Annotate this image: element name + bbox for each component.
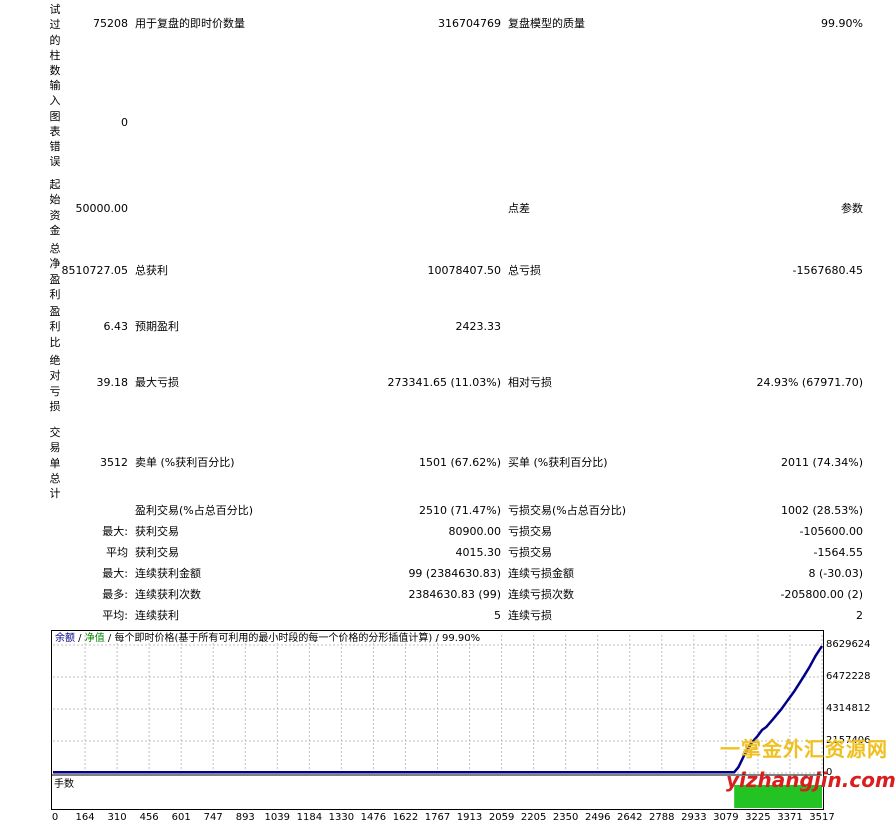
x-tick-label: 3371 <box>777 812 803 823</box>
loss-trades-value: 1002 (28.53%) <box>780 504 863 517</box>
legend-separator: / <box>75 633 85 644</box>
x-tick-label: 164 <box>75 812 95 823</box>
x-tick-label: 0 <box>51 812 59 823</box>
avg-consec-wins-label: 连续获利 <box>135 609 179 622</box>
profit-trades-value: 2510 (71.47%) <box>418 504 501 517</box>
gross-profit-value: 10078407.50 <box>427 264 501 277</box>
max-consec-losses-value: 8 (-30.03) <box>808 567 863 580</box>
avg-consec-prefix: 平均: <box>102 609 128 622</box>
most-prefix: 最多: <box>102 588 128 601</box>
avg-loss-label: 亏损交易 <box>508 546 552 559</box>
value-profit-factor: 6.43 <box>103 320 129 333</box>
label-bars: 试过的柱数 <box>49 3 61 78</box>
quality-value: 99.90% <box>821 17 863 30</box>
max-consec-loss-value: -205800.00 (2) <box>780 588 863 601</box>
max-consec-prefix: 最大: <box>102 567 128 580</box>
x-tick-label: 2496 <box>584 812 611 823</box>
short-label: 卖单 (%获利百分比) <box>135 456 235 469</box>
avg-consec-wins-value: 5 <box>494 609 501 622</box>
x-tick-label: 1913 <box>456 812 483 823</box>
x-tick-label: 747 <box>203 812 223 823</box>
value-input-errors: 0 <box>121 116 128 129</box>
x-tick-label: 2788 <box>649 812 675 823</box>
max-consec-wins-value: 99 (2384630.83) <box>408 567 501 580</box>
ticks-value: 316704769 <box>438 17 501 30</box>
x-tick-label: 3225 <box>745 812 771 823</box>
quality-label: 复盘模型的质量 <box>508 17 585 30</box>
long-value: 2011 (74.34%) <box>780 456 863 469</box>
rel-drawdown-value: 24.93% (67971.70) <box>756 376 863 389</box>
avg-consec-losses-value: 2 <box>856 609 863 622</box>
avg-profit-value: 4015.30 <box>455 546 502 559</box>
x-tick-label: 2350 <box>552 812 579 823</box>
watermark-url: yizhangjin.com <box>726 768 895 792</box>
x-tick-label: 1767 <box>424 812 451 823</box>
x-tick-label: 3079 <box>713 812 739 823</box>
x-tick-label: 893 <box>235 812 255 823</box>
max-consec-wins-label: 连续获利金额 <box>135 567 201 580</box>
largest-profit-value: 80900.00 <box>448 525 502 538</box>
loss-trades-label: 亏损交易(%占总百分比) <box>508 504 627 517</box>
x-tick-label: 2205 <box>520 812 547 823</box>
legend-separator: / <box>104 633 115 644</box>
x-tick-label: 1476 <box>360 812 387 823</box>
max-consec-profit-value: 2384630.83 (99) <box>408 588 501 601</box>
x-tick-label: 1330 <box>328 812 355 823</box>
largest-loss-value: -105600.00 <box>799 525 863 538</box>
balance-chart <box>51 630 824 810</box>
avg-profit-label: 获利交易 <box>135 546 179 559</box>
x-tick-label: 601 <box>171 812 191 823</box>
largest-loss-label: 亏损交易 <box>508 525 552 538</box>
x-tick-label: 456 <box>139 812 159 823</box>
legend-balance: 余额 <box>55 633 75 644</box>
gross-loss-value: -1567680.45 <box>792 264 863 277</box>
largest-profit-label: 获利交易 <box>135 525 179 538</box>
expected-payoff-label: 预期盈利 <box>135 320 179 333</box>
profit-trades-label: 盈利交易(%占总百分比) <box>135 504 254 517</box>
long-label: 买单 (%获利百分比) <box>508 456 608 469</box>
value-absolute-drawdown: 39.18 <box>96 376 129 389</box>
rel-drawdown-label: 相对亏损 <box>508 376 552 389</box>
average-prefix: 平均 <box>106 546 128 559</box>
gross-loss-label: 总亏损 <box>508 264 541 277</box>
gross-profit-label: 总获利 <box>135 264 168 277</box>
legend-description: 每个即时价格(基于所有可利用的最小时段的每一个价格的分形插值计算) / 99.9… <box>114 633 481 644</box>
chart-legend: 余额 / 净值 / 每个即时价格(基于所有可利用的最小时段的每一个价格的分形插值… <box>55 633 480 645</box>
max-consec-profit-label: 连续获利次数 <box>135 588 201 601</box>
spread-label: 点差 <box>508 202 530 215</box>
short-value: 1501 (67.62%) <box>418 456 501 469</box>
max-consec-loss-label: 连续亏损次数 <box>508 588 574 601</box>
max-drawdown-value: 273341.65 (11.03%) <box>387 376 501 389</box>
y-tick-label: 4314812 <box>826 703 871 714</box>
value-total-net-profit: 8510727.05 <box>61 264 128 277</box>
watermark-title: 一掌金外汇资源网 <box>720 737 888 761</box>
value-total-trades: 3512 <box>100 456 128 469</box>
expected-payoff-value: 2423.33 <box>455 320 502 333</box>
x-tick-label: 1622 <box>392 812 419 823</box>
max-consec-losses-label: 连续亏损金额 <box>508 567 574 580</box>
y-tick-label: 8629624 <box>826 639 871 650</box>
value-initial-deposit: 50000.00 <box>75 202 129 215</box>
spread-value: 参数 <box>841 202 863 215</box>
max-drawdown-label: 最大亏损 <box>135 376 179 389</box>
avg-loss-value: -1564.55 <box>813 546 863 559</box>
volume-label: 手数 <box>54 779 74 790</box>
x-tick-label: 3517 <box>809 812 835 823</box>
x-tick-label: 2933 <box>681 812 707 823</box>
x-tick-label: 2642 <box>617 812 643 823</box>
x-tick-label: 1039 <box>264 812 291 823</box>
legend-equity: 净值 <box>84 633 105 644</box>
avg-consec-losses-label: 连续亏损 <box>508 609 552 622</box>
x-tick-label: 310 <box>107 812 127 823</box>
y-tick-label: 6472228 <box>826 670 871 682</box>
largest-prefix: 最大: <box>102 525 128 538</box>
value-bars: 75208 <box>93 17 128 30</box>
ticks-label: 用于复盘的即时价数量 <box>135 17 245 30</box>
x-tick-label: 2059 <box>488 812 515 823</box>
x-tick-label: 1184 <box>296 812 323 823</box>
